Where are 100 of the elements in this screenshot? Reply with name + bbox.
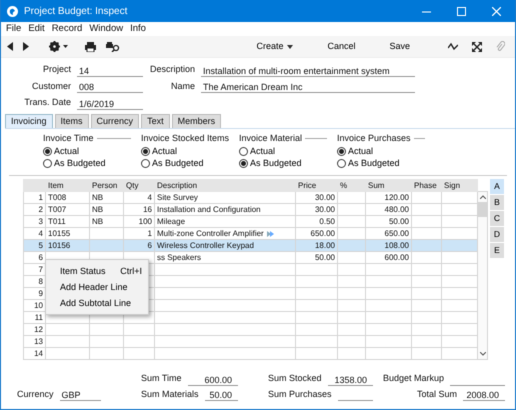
group-title: Invoice Stocked Items	[141, 132, 230, 144]
table-cell: NB	[92, 217, 104, 226]
row-number: 2	[24, 204, 46, 216]
table-cell: 18.00	[314, 241, 335, 250]
row-number: 14	[24, 348, 46, 360]
table-cell: T007	[48, 205, 66, 214]
close-icon[interactable]	[492, 6, 501, 16]
expand-icon[interactable]	[472, 42, 482, 52]
row-number: 7	[24, 264, 46, 276]
menu-item[interactable]: Window	[87, 22, 128, 36]
side-tab[interactable]: A	[490, 179, 504, 194]
input-field[interactable]: The American Dream Inc	[201, 81, 415, 93]
row-number: 9	[24, 288, 46, 300]
group-title: Invoice Purchases	[337, 132, 411, 144]
table-cell: 650.00	[384, 229, 409, 238]
input-field[interactable]: 2008.00	[463, 389, 505, 401]
column-header: Phase	[412, 180, 442, 192]
field-label: Description	[149, 63, 195, 76]
input-field[interactable]: 1/6/2019	[77, 98, 143, 110]
menu-item[interactable]: Item Status Ctrl+I	[46, 263, 148, 279]
row-number: 1	[24, 192, 46, 204]
column-header: Description	[154, 180, 296, 192]
paperclip-icon[interactable]	[496, 41, 505, 52]
menu-item[interactable]: Record	[50, 22, 88, 36]
radio-option[interactable]: Actual	[239, 145, 276, 157]
row-number: 13	[24, 336, 46, 348]
menu-item[interactable]: File	[4, 22, 26, 36]
group-title: Invoice Time	[43, 132, 94, 144]
row-number: 8	[24, 276, 46, 288]
column-header: Sign	[442, 180, 478, 192]
table-cell: 30.00	[314, 205, 335, 214]
toolbar-button[interactable]: Create	[256, 40, 294, 54]
table-cell: 480.00	[384, 205, 409, 214]
input-field[interactable]: 14	[77, 64, 143, 76]
table-cell: T011	[48, 217, 66, 226]
field-label: Project	[42, 63, 71, 76]
input-field[interactable]: Installation of multi-room entertainment system	[201, 64, 415, 76]
side-tab[interactable]: D	[490, 227, 504, 242]
field-label: Trans. Date	[23, 96, 71, 109]
scroll-down-icon[interactable]	[480, 352, 486, 356]
column-header: Item	[46, 180, 90, 192]
table-cell: 50.00	[314, 253, 335, 262]
field-label: Currency	[17, 388, 54, 401]
column-header: %	[338, 180, 366, 192]
row-number: 4	[24, 228, 46, 240]
radio-option[interactable]: As Budgeted	[239, 157, 302, 169]
input-field[interactable]: 008	[77, 81, 143, 93]
row-number: 11	[24, 312, 46, 324]
gear-icon[interactable]	[49, 41, 69, 52]
table-cell: Mileage	[157, 217, 186, 226]
input-field[interactable]: 600.00	[188, 374, 238, 386]
tab[interactable]: Currency	[90, 114, 140, 128]
side-tab[interactable]: E	[490, 243, 504, 258]
radio-option[interactable]: As Budgeted	[337, 157, 400, 169]
side-tab[interactable]: C	[490, 211, 504, 226]
radio-option[interactable]: Actual	[141, 145, 178, 157]
toolbar-button[interactable]: Cancel	[327, 40, 356, 54]
table-cell: Installation and Configuration	[157, 205, 261, 214]
row-number: 12	[24, 324, 46, 336]
menu-item[interactable]: Add Subtotal Line	[46, 295, 148, 311]
forward-icon[interactable]	[23, 42, 29, 51]
input-field[interactable]: 50.00	[204, 389, 238, 401]
field-label: Sum Materials	[141, 388, 199, 400]
table-cell: 50.00	[388, 217, 409, 226]
caret-icon	[287, 44, 294, 48]
field-label: Sum Stocked	[268, 372, 322, 385]
field-label: Name	[170, 80, 195, 92]
column-header: Person	[90, 180, 124, 192]
side-tab[interactable]: B	[490, 195, 504, 210]
tab[interactable]: Text	[141, 114, 170, 128]
tab[interactable]: Items	[54, 114, 89, 128]
radio-option[interactable]: Actual	[43, 145, 80, 157]
radio-option[interactable]: Actual	[337, 145, 374, 157]
tab[interactable]: Members	[172, 114, 222, 128]
row-number: 6	[24, 252, 46, 264]
field-label: Sum Time	[141, 372, 182, 385]
table-cell: Site Survey	[157, 193, 198, 202]
table-cell: 10156	[48, 241, 70, 250]
scroll-thumb[interactable]	[478, 202, 487, 217]
table-cell: Multi-zone Controller Amplifier	[157, 229, 264, 238]
input-field[interactable]: GBP	[60, 389, 101, 401]
app-icon	[7, 6, 18, 16]
printer-icon[interactable]	[85, 42, 96, 52]
maximize-icon[interactable]	[457, 6, 466, 16]
table-cell: 108.00	[384, 241, 409, 250]
menu-item[interactable]: Info	[128, 22, 151, 36]
menu-item[interactable]: Edit	[26, 22, 50, 36]
toolbar-button[interactable]: Save	[389, 40, 410, 54]
radio-option[interactable]: As Budgeted	[43, 157, 106, 169]
field-label: Customer	[30, 80, 71, 92]
tab[interactable]: Invoicing	[5, 114, 53, 128]
back-icon[interactable]	[7, 42, 13, 51]
radio-option[interactable]: As Budgeted	[141, 157, 204, 169]
scroll-up-icon[interactable]	[480, 195, 486, 199]
input-field[interactable]: 1358.00	[328, 374, 373, 386]
menu-item[interactable]: Add Header Line	[46, 279, 148, 295]
table-cell: 1	[148, 229, 152, 238]
activity-icon[interactable]	[448, 42, 458, 51]
print-preview-icon[interactable]	[106, 42, 120, 52]
table-cell: Wireless Controller Keypad	[157, 241, 254, 250]
